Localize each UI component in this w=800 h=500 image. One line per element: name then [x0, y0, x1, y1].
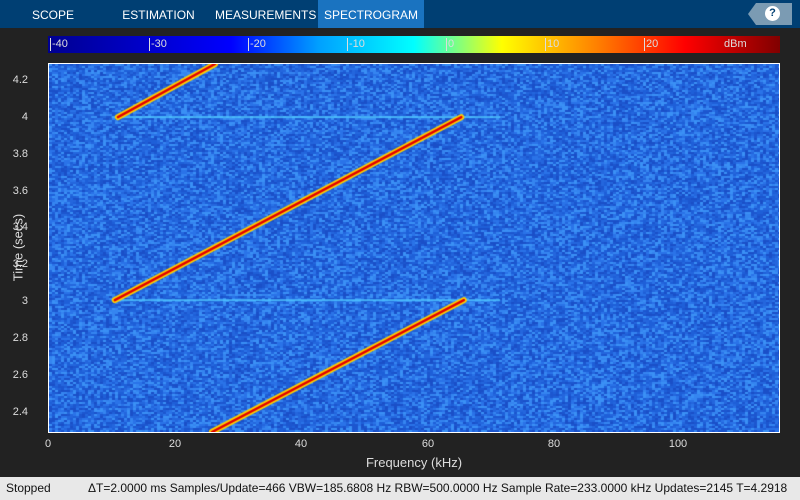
- tab-spectrogram[interactable]: SPECTROGRAM: [318, 0, 424, 28]
- y-tick: 4.2: [13, 74, 28, 86]
- colorbar-tick: 20: [644, 38, 658, 51]
- status-bar: Stopped ΔT=2.0000 ms Samples/Update=466 …: [0, 477, 800, 500]
- colorbar-tick: 0: [446, 38, 454, 51]
- spectrogram-plot[interactable]: [48, 63, 780, 433]
- status-state: Stopped: [6, 477, 51, 500]
- x-tick: 80: [548, 438, 560, 450]
- help-button[interactable]: ?: [748, 3, 792, 25]
- colorbar-tick: -30: [149, 38, 167, 51]
- status-info: ΔT=2.0000 ms Samples/Update=466 VBW=185.…: [88, 477, 787, 500]
- tab-bar: SCOPE ESTIMATION MEASUREMENTS SPECTROGRA…: [0, 0, 800, 28]
- y-tick: 2.6: [13, 369, 28, 381]
- x-tick: 0: [45, 438, 51, 450]
- y-tick: 3: [22, 295, 28, 307]
- x-tick: 20: [169, 438, 181, 450]
- tab-measurements[interactable]: MEASUREMENTS: [215, 0, 315, 28]
- y-tick: 2.8: [13, 332, 28, 344]
- x-tick: 60: [422, 438, 434, 450]
- y-tick: 3.8: [13, 148, 28, 160]
- colorbar-unit: dBm: [724, 38, 747, 50]
- colorbar-tick: -40: [50, 38, 68, 51]
- spectrogram-image: [49, 64, 779, 432]
- x-tick: 100: [669, 438, 687, 450]
- tab-scope[interactable]: SCOPE: [0, 0, 106, 28]
- tab-estimation[interactable]: ESTIMATION: [106, 0, 211, 28]
- colorbar-tick: -20: [248, 38, 266, 51]
- y-tick: 2.4: [13, 406, 28, 418]
- x-tick: 40: [295, 438, 307, 450]
- y-tick: 3.6: [13, 185, 28, 197]
- help-icon: ?: [765, 6, 780, 21]
- y-axis-label: Time (secs): [11, 208, 26, 288]
- colorbar-tick: 10: [545, 38, 559, 51]
- colorbar: -40 -30 -20 -10 0 10 20 dBm: [48, 36, 780, 53]
- x-axis-label: Frequency (kHz): [0, 455, 800, 470]
- colorbar-tick: -10: [347, 38, 365, 51]
- y-tick: 4: [22, 111, 28, 123]
